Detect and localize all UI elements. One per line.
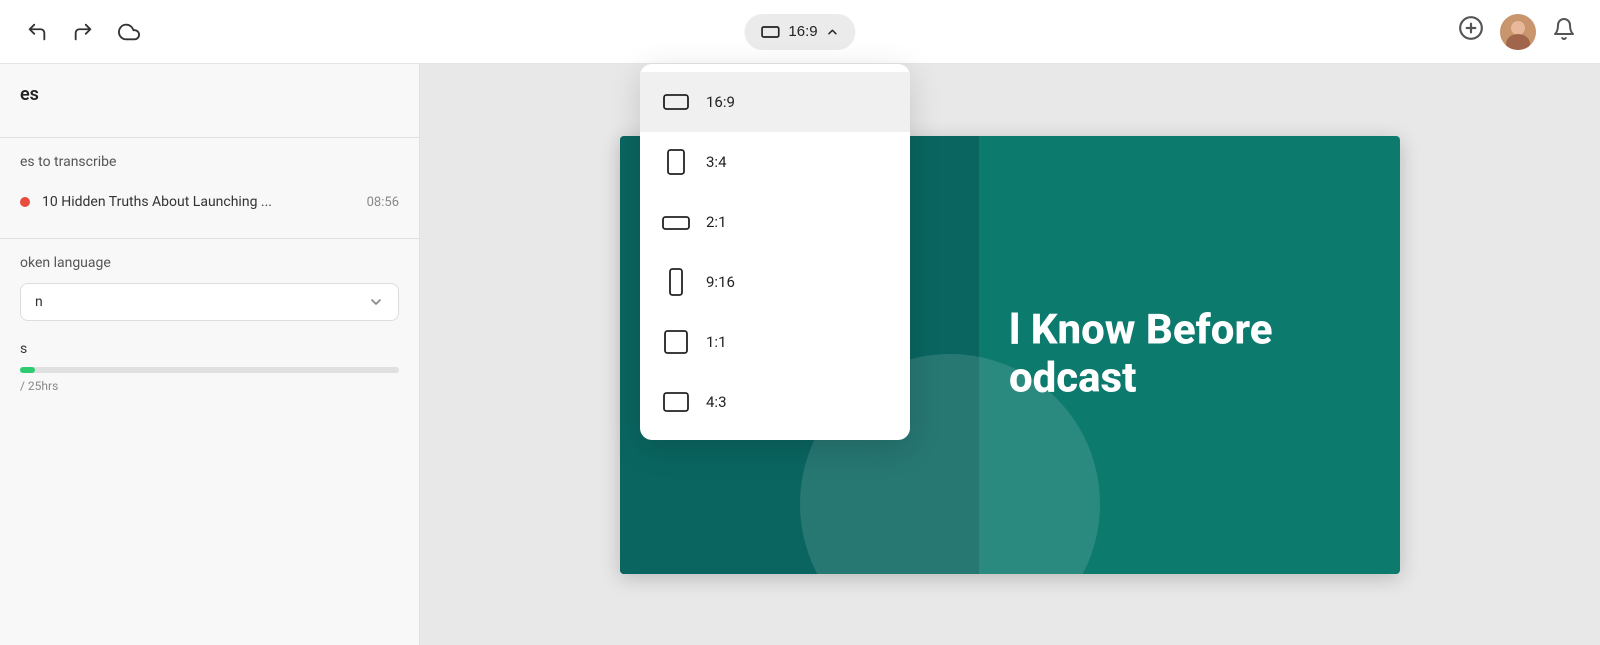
episode-item[interactable]: 10 Hidden Truths About Launching ... 08:… xyxy=(0,182,419,222)
sidebar-divider-2 xyxy=(0,238,419,239)
sidebar-section-title: es xyxy=(0,84,419,121)
ratio-option-2-1[interactable]: 2:1 xyxy=(640,192,910,252)
spoken-language-label: oken language xyxy=(20,255,399,271)
ratio-label-16-9: 16:9 xyxy=(706,93,735,111)
bottom-label: s xyxy=(20,341,399,357)
undo-button[interactable] xyxy=(20,15,54,49)
toolbar-right xyxy=(1454,11,1580,52)
sidebar-divider xyxy=(0,137,419,138)
ratio-button[interactable]: 16:9 xyxy=(744,14,855,50)
ratio-dropdown: 16:9 3:4 2:1 9:16 1:1 xyxy=(640,64,910,440)
toolbar-left xyxy=(20,15,146,49)
ratio-icon-9-16 xyxy=(660,266,692,298)
spoken-value: n xyxy=(35,294,43,310)
ratio-icon-1-1 xyxy=(660,326,692,358)
slide-text-right: l Know Beforeodcast xyxy=(1009,306,1360,403)
episode-title: 10 Hidden Truths About Launching ... xyxy=(42,194,355,210)
cloud-button[interactable] xyxy=(112,15,146,49)
ratio-option-9-16[interactable]: 9:16 xyxy=(640,252,910,312)
ratio-label-3-4: 3:4 xyxy=(706,153,727,171)
ratio-icon-4-3 xyxy=(660,386,692,418)
progress-text: / 25hrs xyxy=(20,379,399,393)
episode-dot xyxy=(20,197,30,207)
toolbar-center: 16:9 xyxy=(744,14,855,50)
notification-button[interactable] xyxy=(1548,13,1580,51)
add-button[interactable] xyxy=(1454,11,1488,52)
ratio-label-2-1: 2:1 xyxy=(706,213,727,231)
dropdown-chevron-icon xyxy=(368,294,384,310)
toolbar: 16:9 xyxy=(0,0,1600,64)
chevron-up-icon xyxy=(826,25,840,39)
ratio-label-9-16: 9:16 xyxy=(706,273,735,291)
transcribe-label: es to transcribe xyxy=(0,154,419,182)
sidebar: es es to transcribe 10 Hidden Truths Abo… xyxy=(0,64,420,645)
ratio-label-4-3: 4:3 xyxy=(706,393,727,411)
ratio-icon-3-4 xyxy=(660,146,692,178)
ratio-label: 16:9 xyxy=(788,23,817,40)
ratio-icon-16-9 xyxy=(660,86,692,118)
canvas-area: l Know Beforeodcast 10 ThinBefore xyxy=(420,64,1600,645)
bottom-section: s / 25hrs xyxy=(0,341,419,393)
ratio-label-1-1: 1:1 xyxy=(706,333,727,351)
avatar[interactable] xyxy=(1500,14,1536,50)
ratio-option-4-3[interactable]: 4:3 xyxy=(640,372,910,432)
ratio-icon-2-1 xyxy=(660,206,692,238)
ratio-option-3-4[interactable]: 3:4 xyxy=(640,132,910,192)
progress-bar-fill xyxy=(20,367,35,373)
spoken-language-dropdown[interactable]: n xyxy=(20,283,399,321)
spoken-language-section: oken language n xyxy=(0,255,419,321)
episode-duration: 08:56 xyxy=(367,195,399,210)
progress-bar-container xyxy=(20,367,399,373)
redo-button[interactable] xyxy=(66,15,100,49)
slide-partial-text: l Know Beforeodcast xyxy=(1009,306,1360,403)
ratio-option-1-1[interactable]: 1:1 xyxy=(640,312,910,372)
ratio-option-16-9[interactable]: 16:9 xyxy=(640,72,910,132)
